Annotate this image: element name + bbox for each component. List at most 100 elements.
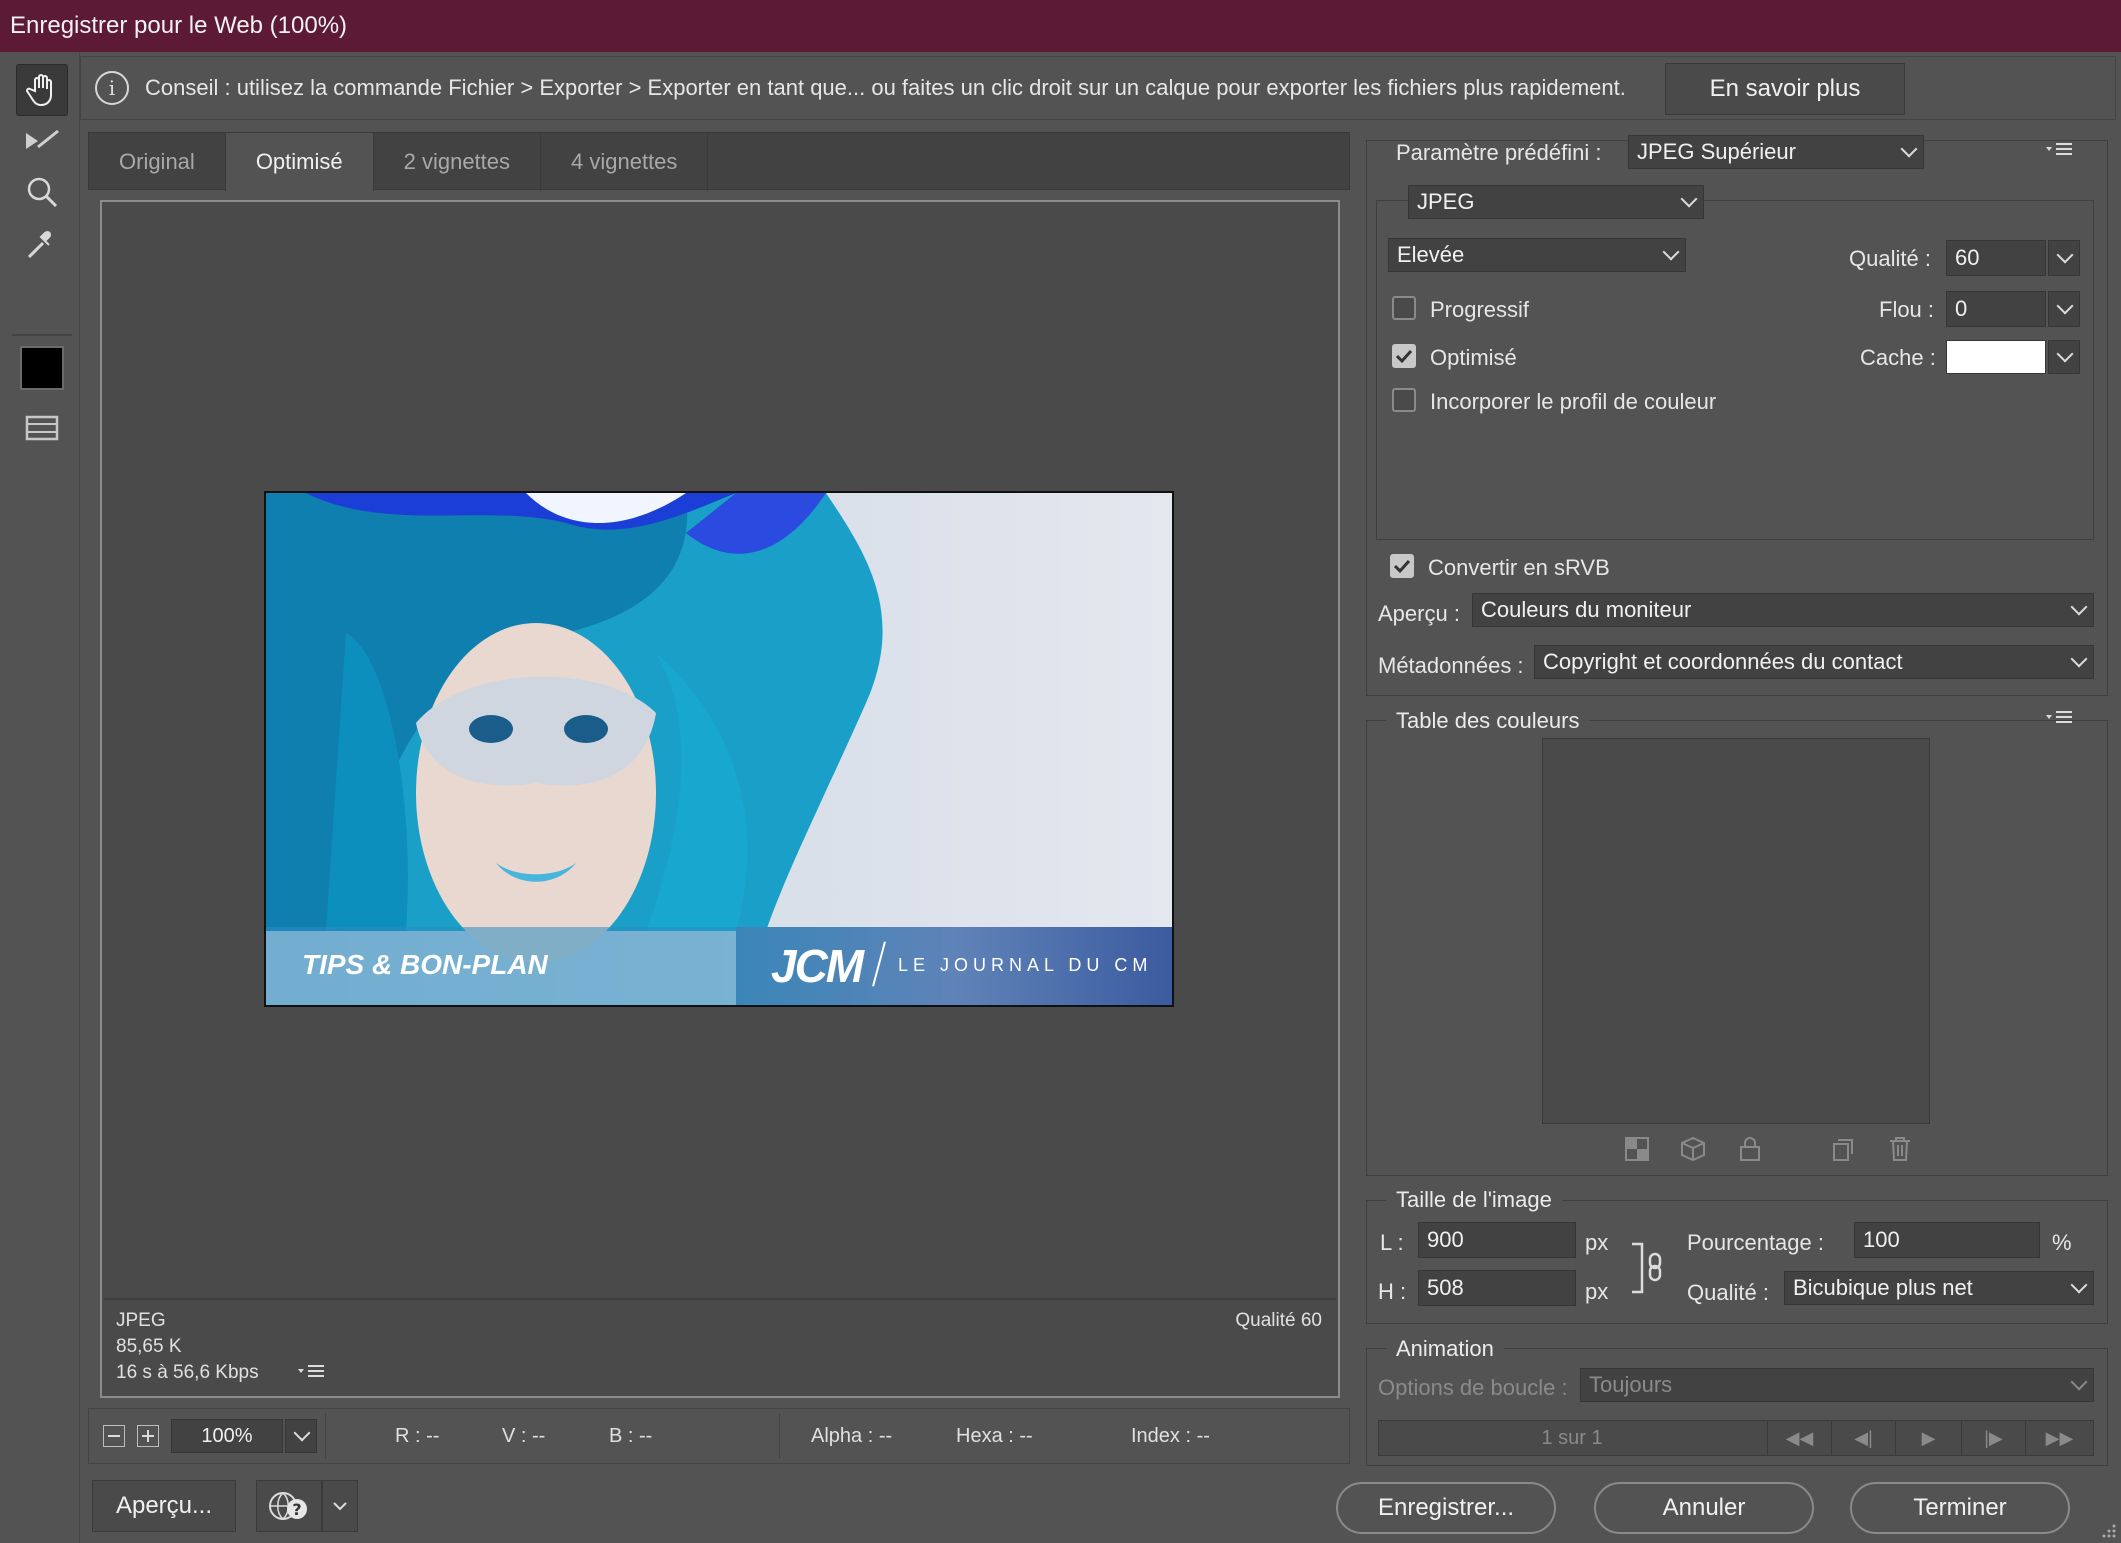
save-button[interactable]: Enregistrer... [1336,1482,1556,1534]
color-table-swatches[interactable] [1542,738,1930,1124]
zoom-level-field[interactable]: 100% [171,1419,283,1453]
play-button[interactable]: ▶ [1895,1421,1961,1455]
optimize-menu-button[interactable] [2044,140,2076,167]
chevron-down-icon [333,1502,347,1511]
last-frame-button[interactable]: ▶▶ [2025,1421,2093,1455]
next-frame-icon: |▶ [1984,1428,2003,1448]
readout-hexa: Hexa : -- [956,1425,1033,1447]
hand-tool-button[interactable] [16,64,68,116]
preview-in-browser-button[interactable]: Aperçu... [92,1480,236,1532]
first-frame-button[interactable]: ◀◀ [1767,1421,1831,1455]
chevron-down-icon [2070,1276,2088,1294]
quality-field[interactable]: 60 [1946,240,2046,276]
preset-dropdown[interactable]: JPEG Supérieur [1628,135,1924,169]
tab-4-up[interactable]: 4 vignettes [541,133,709,191]
zoom-in-button[interactable] [137,1425,159,1447]
height-unit: px [1585,1279,1609,1304]
preview-color-dropdown[interactable]: Couleurs du moniteur [1472,593,2094,627]
optimized-checkbox[interactable] [1392,344,1416,368]
matte-color-swatch[interactable] [1946,340,2046,374]
tool-panel [0,52,80,1543]
delete-color-button[interactable] [1888,1136,1912,1167]
next-frame-button[interactable]: |▶ [1961,1421,2025,1455]
percent-field[interactable]: 100 [1854,1222,2040,1258]
resample-quality-dropdown[interactable]: Bicubique plus net [1784,1271,2094,1305]
zoom-icon [27,177,58,208]
animation-title: Animation [1386,1336,1504,1362]
info-time: 16 s à 56,6 Kbps [116,1362,259,1383]
banner-left-text: TIPS & BON-PLAN [302,949,548,980]
blur-slider-button[interactable] [2048,291,2080,327]
readout-index: Index : -- [1131,1425,1210,1447]
panel-menu-icon [2046,711,2072,723]
info-quality: Qualité 60 [1235,1310,1322,1331]
embed-profile-checkbox[interactable] [1392,388,1416,412]
width-field[interactable]: 900 [1418,1222,1576,1258]
lock-color-button[interactable] [1738,1136,1762,1167]
info-icon: i [95,71,129,105]
constrain-proportions-button[interactable] [1628,1240,1672,1301]
lock-icon [1740,1137,1760,1161]
map-transparency-button[interactable] [1624,1136,1650,1167]
download-speed-menu-icon[interactable] [296,1362,326,1388]
loop-options-dropdown[interactable]: Toujours [1580,1368,2094,1402]
compression-dropdown[interactable]: Elevée [1388,238,1686,272]
last-frame-icon: ▶▶ [2045,1428,2074,1448]
eyedropper-tool-button[interactable] [16,218,68,270]
previous-frame-icon: ◀| [1854,1428,1873,1448]
browser-dropdown-button[interactable] [322,1480,358,1532]
blur-field[interactable]: 0 [1946,291,2046,327]
eyedropper-color-swatch[interactable] [20,346,64,390]
metadata-dropdown[interactable]: Copyright et coordonnées du contact [1534,645,2094,679]
toggle-slices-icon [25,415,59,441]
progressive-checkbox[interactable] [1392,296,1416,320]
chevron-down-icon [1900,140,1918,158]
browser-select-button[interactable]: ? [256,1480,322,1532]
readout-v: V : -- [502,1425,546,1447]
tab-original[interactable]: Original [89,133,226,191]
resize-grip-icon[interactable] [2100,1522,2118,1543]
quality-slider-button[interactable] [2048,240,2080,276]
zoom-out-button[interactable] [103,1425,125,1447]
tip-text: Conseil : utilisez la commande Fichier >… [145,75,1626,100]
convert-srgb-checkbox[interactable] [1390,554,1414,578]
preset-label: Paramètre prédéfini : [1396,140,1602,165]
tab-2-up[interactable]: 2 vignettes [374,133,542,191]
readout-alpha: Alpha : -- [811,1425,893,1447]
web-shift-button[interactable] [1680,1136,1706,1167]
height-field[interactable]: 508 [1418,1270,1576,1306]
new-color-button[interactable] [1830,1136,1856,1167]
chevron-down-icon [2070,598,2088,616]
color-table-menu-button[interactable] [2044,708,2076,735]
svg-text:?: ? [292,1500,301,1519]
chevron-down-icon [2070,1373,2088,1391]
previous-frame-button[interactable]: ◀| [1831,1421,1895,1455]
hand-icon [26,74,52,107]
percent-unit: % [2052,1230,2072,1255]
metadata-value: Copyright et coordonnées du contact [1543,649,1903,674]
preview-color-label: Aperçu : [1378,601,1460,626]
panel-menu-icon [2046,143,2072,155]
learn-more-button[interactable]: En savoir plus [1665,63,1905,115]
width-unit: px [1585,1230,1609,1255]
window-title: Enregistrer pour le Web (100%) [0,0,2121,52]
color-table-title: Table des couleurs [1386,708,1590,734]
slice-select-icon [26,129,59,149]
done-button[interactable]: Terminer [1850,1482,2070,1534]
tab-optimized[interactable]: Optimisé [225,133,374,191]
format-dropdown[interactable]: JPEG [1408,185,1704,219]
readout-r: R : -- [395,1425,440,1447]
convert-srgb-label: Convertir en sRVB [1428,555,1610,580]
status-divider [325,1413,326,1459]
matte-dropdown-button[interactable] [2048,340,2080,374]
chevron-down-icon [1662,243,1680,261]
readout-b: B : -- [609,1425,653,1447]
checkmark-icon [1395,349,1413,364]
zoom-dropdown-button[interactable] [285,1419,317,1453]
cancel-button[interactable]: Annuler [1594,1482,1814,1534]
preview-info: JPEG 85,65 K 16 s à 56,6 Kbps Qualité 60 [104,1298,1336,1394]
preview-image[interactable]: TIPS & BON-PLAN JCM LE JOURNAL DU CM [264,491,1174,1007]
toggle-slices-button[interactable] [16,402,68,454]
zoom-tool-button[interactable] [16,166,68,218]
slice-select-tool-button[interactable] [16,116,68,168]
